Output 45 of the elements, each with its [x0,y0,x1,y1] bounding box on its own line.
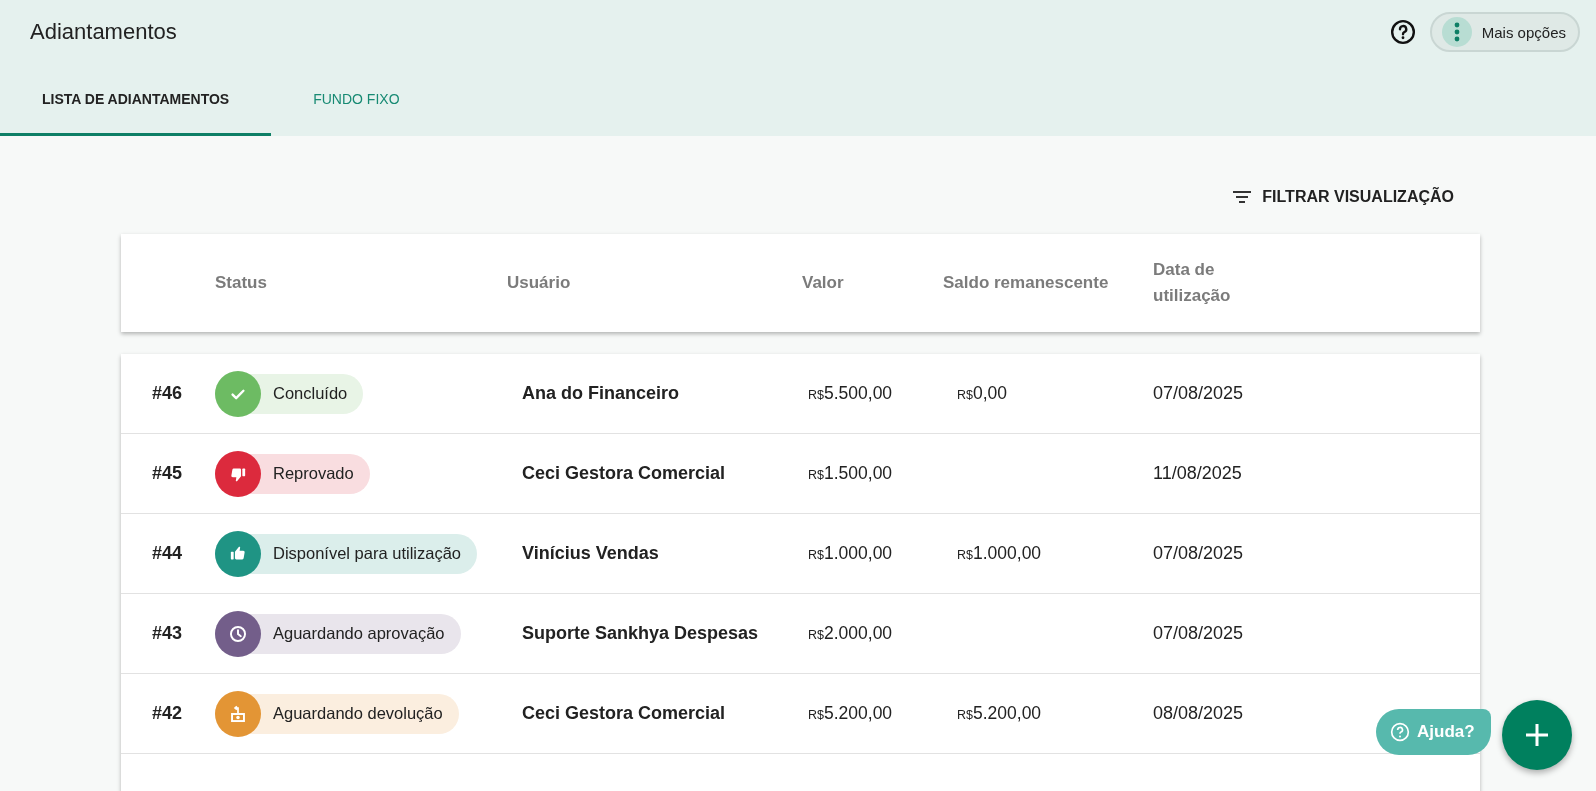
add-button[interactable] [1502,700,1572,770]
column-header[interactable]: Data de utilização [1153,257,1263,309]
date-text: 07/08/2025 [1153,623,1245,644]
page-title: Adiantamentos [30,19,178,45]
amount-text: R$1.000,00 [957,543,1042,563]
filter-icon [1232,189,1253,205]
amount-text: R$2.000,00 [808,623,893,643]
advance-id: #43 [151,623,184,644]
advance-id: #46 [151,383,184,404]
more-options-button[interactable]: Mais opções [1429,12,1580,52]
help-icon[interactable] [1389,19,1416,45]
status-badge: Concluído [215,373,364,414]
date-text: 07/08/2025 [1153,543,1245,564]
amount-text: R$1.500,00 [808,463,893,483]
column-header[interactable]: Valor [802,270,943,296]
status-badge: Aguardando aprovação [215,613,461,654]
column-header[interactable]: Usuário [507,270,802,296]
user-name: Suporte Sankhya Despesas [522,623,760,644]
user-name: Ana do Financeiro [522,383,681,404]
advance-id: #45 [151,463,184,484]
amount-text: R$5.200,00 [957,703,1042,723]
date-text: 08/08/2025 [1153,703,1245,724]
filter-button[interactable]: FILTRAR VISUALIZAÇÃO [1232,184,1454,210]
user-name: Ceci Gestora Comercial [522,463,727,484]
amount-text: R$0,00 [957,383,1008,403]
date-text: 07/08/2025 [1153,383,1245,404]
tab[interactable]: LISTA DE ADIANTAMENTOS [0,64,272,136]
amount-text: R$5.200,00 [808,703,893,723]
amount-text: R$1.000,00 [808,543,893,563]
plus-icon [1526,724,1548,746]
help-button[interactable]: Ajuda? [1376,709,1491,755]
advance-id: #44 [151,543,184,564]
status-badge: Reprovado [215,453,370,494]
vertical-dots-icon [1453,22,1460,42]
tab[interactable]: FUNDO FIXO [271,64,442,136]
status-badge: Disponível para utilização [215,533,478,574]
amount-text: R$5.500,00 [808,383,893,403]
column-header[interactable]: Saldo remanescente [943,270,1153,296]
status-badge: Aguardando devolução [215,693,459,734]
user-name: Ceci Gestora Comercial [522,703,727,724]
date-text: 11/08/2025 [1153,463,1243,484]
help-icon [1390,722,1410,742]
advance-id: #42 [151,703,184,724]
column-header[interactable]: Status [215,270,507,296]
user-name: Vinícius Vendas [522,543,660,564]
